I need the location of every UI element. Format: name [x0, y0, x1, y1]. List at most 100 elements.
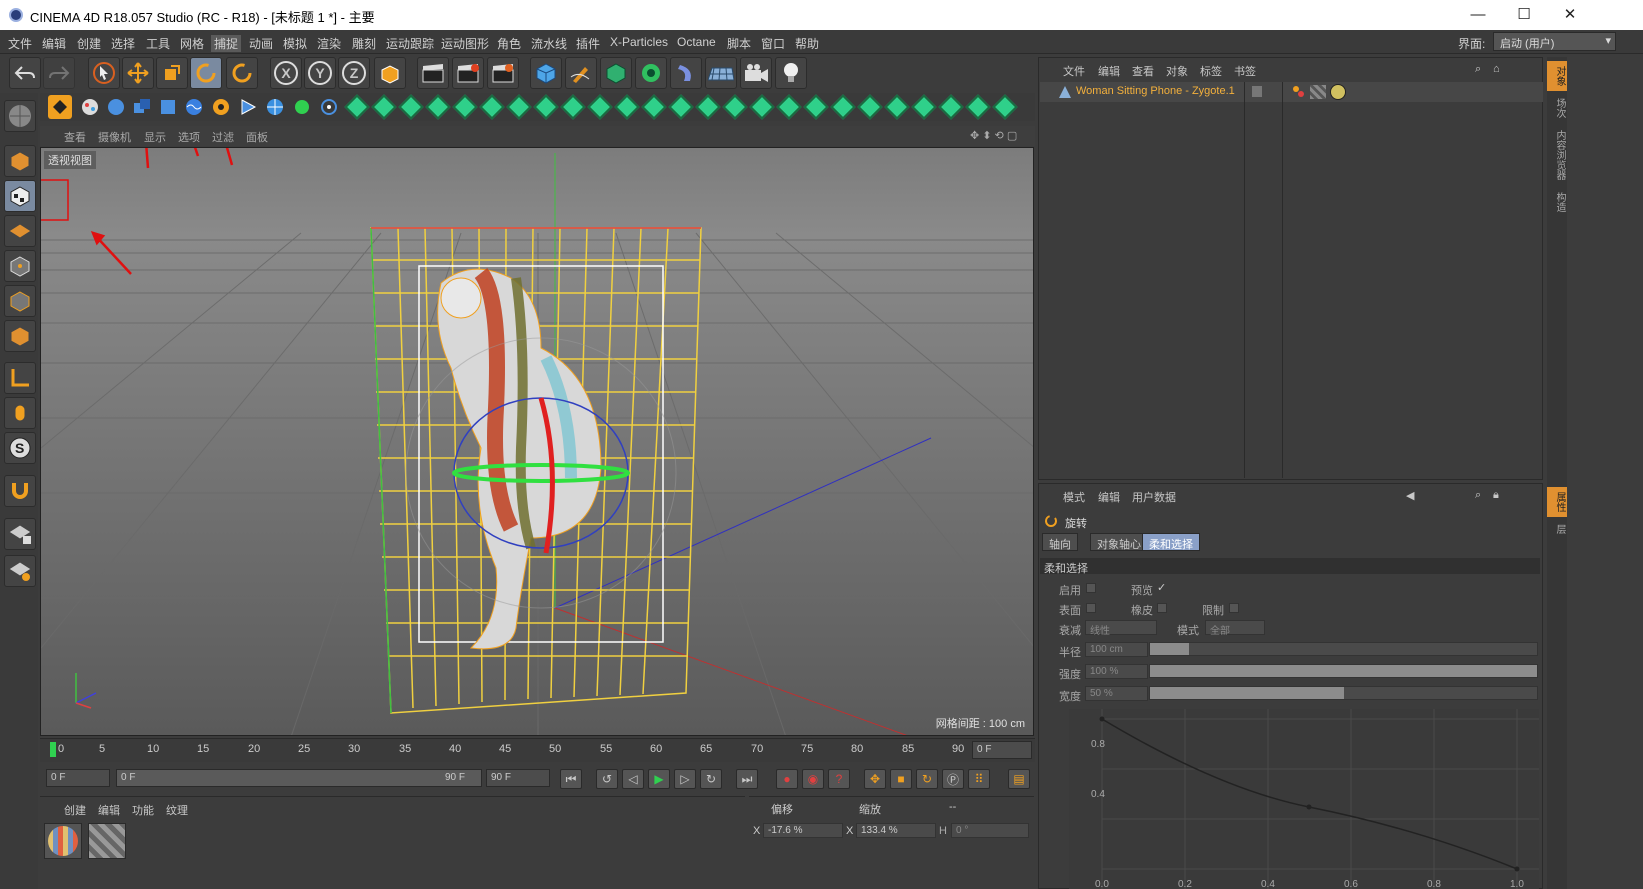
radius-slider[interactable] — [1149, 642, 1538, 656]
viewport-menu-display[interactable]: 显示 — [144, 129, 166, 145]
mm-menu-texture[interactable]: 纹理 — [166, 802, 188, 818]
xp-play-button[interactable] — [236, 95, 260, 119]
material-thumb-1[interactable] — [44, 823, 82, 859]
xp-system-button[interactable] — [48, 95, 72, 119]
menu-create[interactable]: 创建 — [77, 35, 101, 52]
previous-key-button[interactable]: ↺ — [596, 769, 618, 789]
xp-network-button[interactable] — [317, 95, 341, 119]
radius-field[interactable]: 100 cm — [1085, 642, 1148, 657]
tag-icon[interactable] — [1292, 85, 1306, 99]
next-frame-button[interactable]: ▷ — [674, 769, 696, 789]
subdivision-button[interactable] — [600, 57, 632, 89]
menu-script[interactable]: 脚本 — [727, 35, 751, 52]
undo-button[interactable] — [9, 57, 41, 89]
xp-modifier-13[interactable] — [668, 94, 694, 120]
magnet-button[interactable] — [4, 475, 36, 507]
menu-select[interactable]: 选择 — [111, 35, 135, 52]
key-rotation-button[interactable]: ↻ — [916, 769, 938, 789]
key-position-button[interactable]: ✥ — [864, 769, 886, 789]
x-scale-field[interactable]: 133.4 % — [856, 823, 936, 838]
timeline-window-button[interactable]: ▤ — [1008, 769, 1030, 789]
am-menu-mode[interactable]: 模式 — [1063, 489, 1085, 505]
end-frame-field[interactable]: 90 F — [486, 769, 550, 787]
tweak-mode-button[interactable] — [4, 397, 36, 429]
xp-modifier-22[interactable] — [911, 94, 937, 120]
cloner-button[interactable] — [635, 57, 667, 89]
xp-cache-button[interactable] — [156, 95, 180, 119]
viewport-nav-icons[interactable]: ✥ ⬍ ⟲ ▢ — [970, 129, 1017, 142]
x-axis-lock-button[interactable]: X — [270, 57, 302, 89]
go-to-end-button[interactable]: ⏭ — [736, 769, 758, 789]
minimize-button[interactable]: — — [1455, 0, 1501, 30]
tab-object-axis[interactable]: 对象轴心 — [1090, 533, 1148, 551]
timeline-ruler[interactable]: 0 5 10 15 20 25 30 35 40 45 50 55 60 65 … — [40, 738, 1035, 762]
maximize-button[interactable]: ☐ — [1501, 0, 1547, 30]
search-icon[interactable]: ⌕ — [1475, 63, 1481, 76]
next-key-button[interactable]: ↻ — [700, 769, 722, 789]
tab-layers[interactable]: 层 — [1547, 519, 1567, 539]
xp-modifier-1[interactable] — [344, 94, 370, 120]
play-button[interactable]: ▶ — [648, 769, 670, 789]
key-pla-button[interactable]: ⠿ — [968, 769, 990, 789]
xp-modifier-23[interactable] — [938, 94, 964, 120]
om-menu-edit[interactable]: 编辑 — [1098, 63, 1120, 79]
viewport-menu-panel[interactable]: 面板 — [246, 129, 268, 145]
menu-render[interactable]: 渲染 — [317, 35, 341, 52]
menu-character[interactable]: 角色 — [497, 35, 521, 52]
xp-modifier-4[interactable] — [425, 94, 451, 120]
render-view-button[interactable] — [417, 57, 449, 89]
strength-field[interactable]: 100 % — [1085, 664, 1148, 679]
width-slider[interactable] — [1149, 686, 1538, 700]
xp-modifier-20[interactable] — [857, 94, 883, 120]
xp-modifier-7[interactable] — [506, 94, 532, 120]
om-menu-view[interactable]: 查看 — [1132, 63, 1154, 79]
xp-group-button[interactable] — [130, 95, 154, 119]
tab-content-browser[interactable]: 内容浏览器 — [1547, 125, 1567, 185]
tab-structure[interactable]: 构造 — [1547, 187, 1567, 217]
enable-checkbox[interactable] — [1086, 583, 1096, 593]
menu-plugins[interactable]: 插件 — [576, 35, 600, 52]
layout-dropdown[interactable]: 启动 (用户) ▾ — [1493, 32, 1616, 51]
previous-frame-button[interactable]: ◁ — [622, 769, 644, 789]
record-button[interactable]: ● — [776, 769, 798, 789]
menu-tools[interactable]: 工具 — [146, 35, 170, 52]
limit-checkbox[interactable] — [1229, 603, 1239, 613]
x-offset-field[interactable]: -17.6 % — [763, 823, 843, 838]
z-axis-lock-button[interactable]: Z — [338, 57, 370, 89]
xp-modifier-5[interactable] — [452, 94, 478, 120]
visibility-toggle[interactable] — [1252, 86, 1262, 97]
tab-objects[interactable]: 对象 — [1547, 61, 1567, 91]
start-frame-field[interactable]: 0 F — [46, 769, 110, 787]
xp-modifier-19[interactable] — [830, 94, 856, 120]
texture-mode-button[interactable] — [4, 180, 36, 212]
search-icon[interactable]: ⌕ — [1475, 489, 1481, 502]
render-picture-viewer-button[interactable] — [452, 57, 484, 89]
workplane-button[interactable] — [4, 215, 36, 247]
snap-button[interactable]: S — [4, 432, 36, 464]
xp-gear-button[interactable] — [209, 95, 233, 119]
am-menu-edit[interactable]: 编辑 — [1098, 489, 1120, 505]
menu-edit[interactable]: 编辑 — [42, 35, 66, 52]
mm-menu-edit[interactable]: 编辑 — [98, 802, 120, 818]
scale-tool-button[interactable] — [156, 57, 188, 89]
go-to-start-button[interactable]: ⏮ — [560, 769, 582, 789]
xp-splash-button[interactable] — [290, 95, 314, 119]
falloff-curve-graph[interactable]: 0.8 0.4 0.0 0.2 0.4 0.6 0.8 1.0 — [1069, 709, 1539, 889]
viewport-menu-view[interactable]: 查看 — [64, 129, 86, 145]
menu-motion-tracking[interactable]: 运动跟踪 — [386, 35, 434, 52]
floor-button[interactable] — [705, 57, 737, 89]
xp-modifier-24[interactable] — [965, 94, 991, 120]
menu-snap[interactable]: 捕捉 — [211, 35, 242, 52]
frame-range-slider[interactable]: 0 F 90 F — [116, 769, 482, 787]
perspective-viewport[interactable]: 透视视图 网格间距 : 100 cm — [40, 147, 1034, 736]
camera-button[interactable] — [740, 57, 772, 89]
mm-menu-function[interactable]: 功能 — [132, 802, 154, 818]
mode-dropdown[interactable]: 全部 — [1205, 620, 1265, 637]
material-tag-icon[interactable] — [1310, 85, 1326, 99]
viewport-menu-filter[interactable]: 过滤 — [212, 129, 234, 145]
material-thumb-2[interactable] — [88, 823, 126, 859]
xp-emitter-button[interactable] — [78, 95, 102, 119]
redo-button[interactable] — [43, 57, 75, 89]
xp-modifier-15[interactable] — [722, 94, 748, 120]
xp-modifier-18[interactable] — [803, 94, 829, 120]
